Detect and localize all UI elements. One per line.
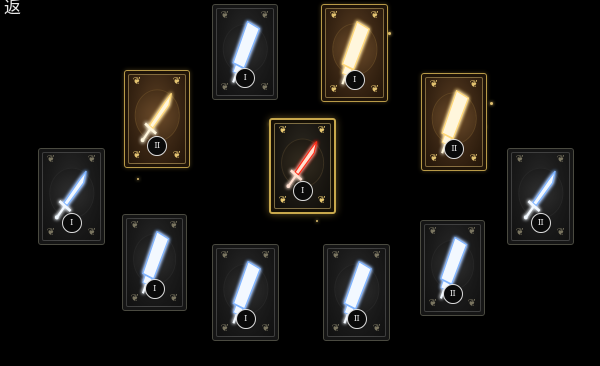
weapon-card-top-right[interactable]: ❦ ❦ ❦ ❦ I xyxy=(321,4,388,102)
rank-badge: I xyxy=(144,279,165,299)
weapon-card-lower-left[interactable]: ❦ ❦ ❦ ❦ I xyxy=(122,214,187,311)
sparkle-icon xyxy=(316,220,318,222)
rank-badge: I xyxy=(292,181,313,201)
weapon-card-bottom-left[interactable]: ❦ ❦ ❦ ❦ I xyxy=(212,244,279,341)
card-face: ❦ ❦ ❦ ❦ II xyxy=(424,224,481,312)
sparkle-icon xyxy=(137,178,139,180)
rank-badge: II xyxy=(442,284,463,304)
card-face: ❦ ❦ ❦ ❦ II xyxy=(128,74,186,164)
card-face: ❦ ❦ ❦ ❦ I xyxy=(274,123,331,209)
sparkle-icon xyxy=(490,102,493,105)
rank-badge: I xyxy=(235,68,255,88)
card-face: ❦ ❦ ❦ ❦ I xyxy=(42,152,101,241)
weapon-card-upper-right[interactable]: ❦ ❦ ❦ ❦ II xyxy=(421,73,487,171)
rank-badge: II xyxy=(147,136,167,156)
card-face: ❦ ❦ ❦ ❦ I xyxy=(216,8,274,96)
card-face: ❦ ❦ ❦ ❦ I xyxy=(325,8,384,98)
weapon-card-center[interactable]: ❦ ❦ ❦ ❦ I xyxy=(269,118,336,214)
rank-badge: II xyxy=(444,139,464,159)
card-face: ❦ ❦ ❦ ❦ II xyxy=(425,77,483,167)
rank-badge: I xyxy=(344,70,365,90)
card-face: ❦ ❦ ❦ ❦ II xyxy=(511,152,570,241)
weapon-card-bottom-right[interactable]: ❦ ❦ ❦ ❦ II xyxy=(323,244,390,341)
card-face: ❦ ❦ ❦ ❦ II xyxy=(327,248,386,337)
card-face: ❦ ❦ ❦ ❦ I xyxy=(126,218,183,307)
rank-badge: I xyxy=(61,213,82,233)
weapon-card-top-left[interactable]: ❦ ❦ ❦ ❦ I xyxy=(212,4,278,100)
weapon-card-mid-left[interactable]: ❦ ❦ ❦ ❦ I xyxy=(38,148,105,245)
back-button[interactable]: 返 xyxy=(4,0,21,18)
rank-badge: I xyxy=(235,309,256,329)
rank-badge: II xyxy=(346,309,367,329)
sparkle-icon xyxy=(388,32,391,35)
weapon-card-upper-left[interactable]: ❦ ❦ ❦ ❦ II xyxy=(124,70,190,168)
weapon-card-lower-right[interactable]: ❦ ❦ ❦ ❦ II xyxy=(420,220,485,316)
weapon-card-mid-right[interactable]: ❦ ❦ ❦ ❦ II xyxy=(507,148,574,245)
card-face: ❦ ❦ ❦ ❦ I xyxy=(216,248,275,337)
rank-badge: II xyxy=(530,213,551,233)
